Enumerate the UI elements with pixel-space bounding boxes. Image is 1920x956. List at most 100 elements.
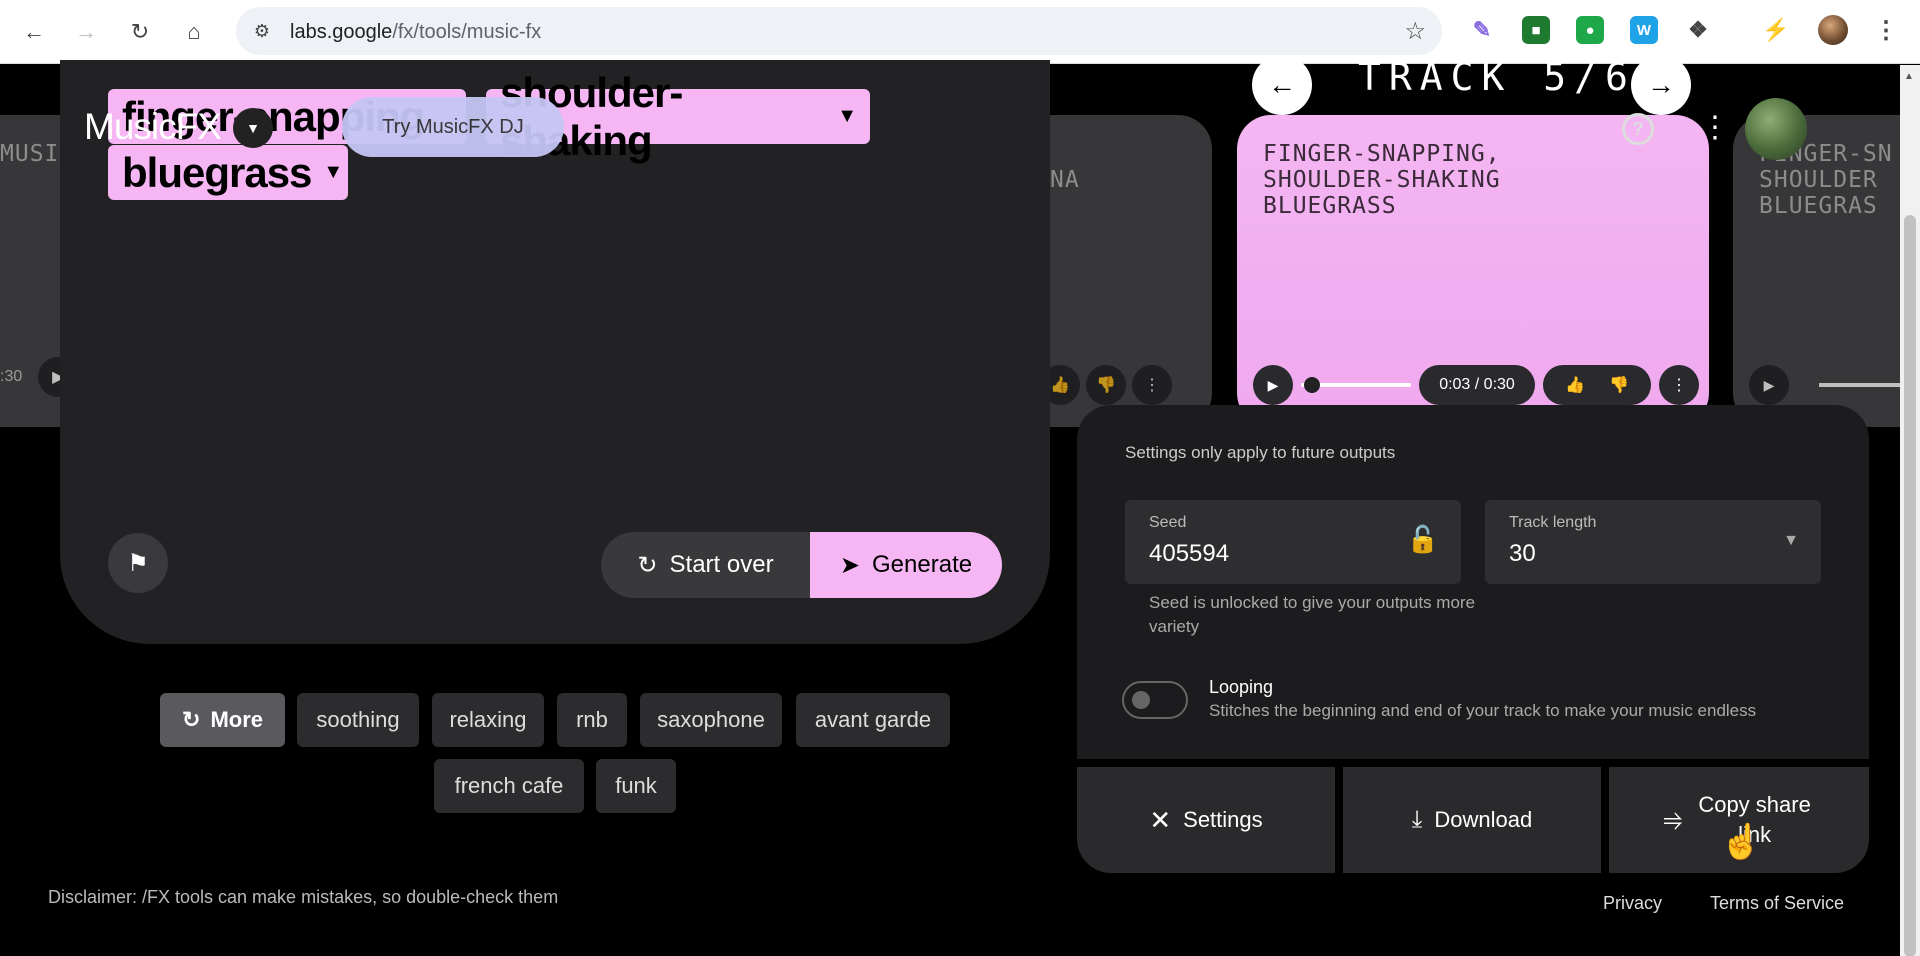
home-button[interactable]: ⌂ [176, 14, 212, 50]
track-card-next[interactable]: FINGER-SN SHOULDER BLUEGRAS ▶ [1733, 115, 1920, 427]
arrow-left-icon: ← [1268, 69, 1296, 100]
track-length-label: Track length [1509, 514, 1597, 531]
try-musicfx-dj-button[interactable]: Try MusicFX DJ [342, 97, 564, 157]
back-button[interactable]: ← [16, 14, 52, 50]
more-suggestions-button[interactable]: ↻ More [160, 693, 285, 747]
help-icon[interactable]: ? [1622, 113, 1654, 145]
seed-label: Seed [1149, 514, 1187, 531]
rating-buttons: 👍 👎 [1543, 365, 1651, 405]
generate-button[interactable]: ➤ Generate [810, 532, 1002, 598]
start-over-label: Start over [669, 551, 774, 578]
page-scrollbar[interactable]: ▲ [1900, 65, 1920, 956]
more-options-button[interactable]: ⋮ [1659, 365, 1699, 405]
reload-icon: ↻ [130, 19, 150, 44]
pen-extension-icon[interactable]: ✎ [1468, 16, 1496, 44]
looping-description: Stitches the beginning and end of your t… [1209, 701, 1757, 720]
next-track-button[interactable]: → [1631, 55, 1691, 115]
suggestion-chip[interactable]: saxophone [640, 693, 782, 747]
download-button[interactable]: ⤓ Download [1343, 767, 1601, 873]
url-path: /fx/tools/music-fx [392, 21, 542, 43]
kebab-icon: ⋮ [1144, 377, 1160, 394]
scrollbar-thumb[interactable] [1904, 215, 1916, 956]
arrow-right-icon: → [75, 19, 97, 44]
kebab-icon: ⋮ [1671, 377, 1687, 394]
record-extension-icon[interactable]: ● [1576, 16, 1604, 44]
track-card-active[interactable]: FINGER-SNAPPING, SHOULDER-SHAKING BLUEGR… [1237, 115, 1709, 427]
scroll-up-icon[interactable]: ▲ [1904, 71, 1914, 82]
player-controls: 👍 👎 ⋮ [1040, 365, 1172, 405]
player-controls: ▶ [1749, 365, 1919, 405]
w-extension-icon[interactable]: W [1630, 16, 1658, 44]
chevron-down-icon: ▼ [1783, 532, 1799, 549]
address-bar[interactable]: ⚙ labs.google/fx/tools/music-fx ☆ [236, 7, 1442, 55]
suggestion-chip[interactable]: funk [596, 759, 676, 813]
toggle-knob [1132, 691, 1150, 709]
download-icon: ⤓ [1411, 806, 1423, 833]
previous-track-button[interactable]: ← [1252, 55, 1312, 115]
forward-button[interactable]: → [68, 14, 104, 50]
settings-panel: Settings only apply to future outputs Se… [1077, 405, 1869, 759]
thumbs-down-icon: 👎 [1096, 377, 1116, 394]
refresh-icon: ↻ [182, 707, 201, 732]
arrow-right-icon: → [1647, 69, 1675, 100]
track-length-select[interactable]: Track length 30 ▼ [1485, 500, 1821, 584]
thumbs-up-icon[interactable]: 👍 [1565, 375, 1585, 395]
seed-value: 405594 [1149, 540, 1230, 567]
report-button[interactable]: ⚑ [108, 533, 168, 593]
seed-field[interactable]: Seed 405594 🔓 [1125, 500, 1461, 584]
kebab-icon[interactable]: ⋮ [1700, 110, 1730, 145]
tune-icon[interactable]: ⚙ [250, 19, 274, 43]
thumbs-down-button[interactable]: 👎 [1086, 365, 1126, 405]
progress-knob[interactable] [1304, 377, 1320, 393]
app-title: MusicFX [84, 106, 222, 147]
puzzle-icon[interactable]: ❖ [1684, 16, 1712, 44]
suggestion-chip[interactable]: soothing [297, 693, 419, 747]
progress-slider[interactable] [1301, 365, 1411, 405]
looping-title: Looping [1209, 677, 1274, 697]
performance-icon[interactable]: ⚡ [1762, 16, 1790, 44]
suggestion-chip[interactable]: avant garde [796, 693, 950, 747]
home-icon: ⌂ [187, 19, 201, 44]
play-button[interactable]: ▶ [1749, 365, 1789, 405]
suggestion-chip[interactable]: relaxing [432, 693, 544, 747]
play-icon: ▶ [1763, 376, 1775, 393]
thumbs-down-icon[interactable]: 👎 [1609, 375, 1629, 395]
hand-cursor-icon: ☝ [1720, 823, 1763, 861]
track-length-value: 30 [1509, 540, 1536, 567]
user-avatar-icon[interactable] [1745, 98, 1807, 160]
reset-icon: ↻ [637, 551, 658, 579]
looping-toggle[interactable] [1122, 681, 1188, 719]
suggestion-chip[interactable]: french cafe [434, 759, 584, 813]
green-extension-icon[interactable]: ■ [1522, 16, 1550, 44]
arrow-left-icon: ← [23, 19, 45, 44]
suggestion-chip[interactable]: rnb [557, 693, 627, 747]
player-controls: ▶ 0:03 / 0:30 👍 👎 ⋮ [1253, 365, 1699, 405]
track-card-title: NA [1050, 167, 1080, 193]
prompt-chip-3[interactable]: bluegrass ▼ [108, 145, 348, 200]
more-options-button[interactable]: ⋮ [1132, 365, 1172, 405]
unlock-icon[interactable]: 🔓 [1407, 524, 1439, 555]
chevron-down-icon: ▼ [246, 120, 260, 136]
reload-button[interactable]: ↻ [122, 14, 158, 50]
track-counter: TRACK 5/6 [1358, 55, 1636, 99]
start-over-button[interactable]: ↻ Start over [601, 532, 810, 598]
play-button[interactable]: ▶ [1253, 365, 1293, 405]
profile-avatar-icon[interactable] [1818, 15, 1848, 45]
time-readout: 0:03 / 0:30 [1419, 365, 1535, 405]
privacy-link[interactable]: Privacy [1603, 893, 1662, 914]
url-text: labs.google/fx/tools/music-fx [290, 21, 541, 44]
kebab-icon[interactable]: ⋮ [1872, 16, 1900, 44]
settings-note: Settings only apply to future outputs [1125, 443, 1396, 462]
settings-close-button[interactable]: ✕ Settings [1077, 767, 1335, 873]
more-label: More [210, 707, 263, 732]
generate-label: Generate [872, 551, 973, 578]
terms-link[interactable]: Terms of Service [1710, 893, 1844, 914]
track-card-title: MUSI [0, 141, 60, 167]
seed-help-text: Seed is unlocked to give your outputs mo… [1149, 593, 1476, 636]
star-icon[interactable]: ☆ [1404, 17, 1426, 46]
chevron-down-icon: ▼ [837, 105, 857, 127]
settings-label: Settings [1183, 807, 1263, 832]
screen: ← → ↻ ⌂ ⚙ labs.google/fx/tools/music-fx … [0, 0, 1920, 956]
app-switcher-button[interactable]: ▼ [233, 108, 273, 148]
url-host: labs.google [290, 21, 393, 43]
